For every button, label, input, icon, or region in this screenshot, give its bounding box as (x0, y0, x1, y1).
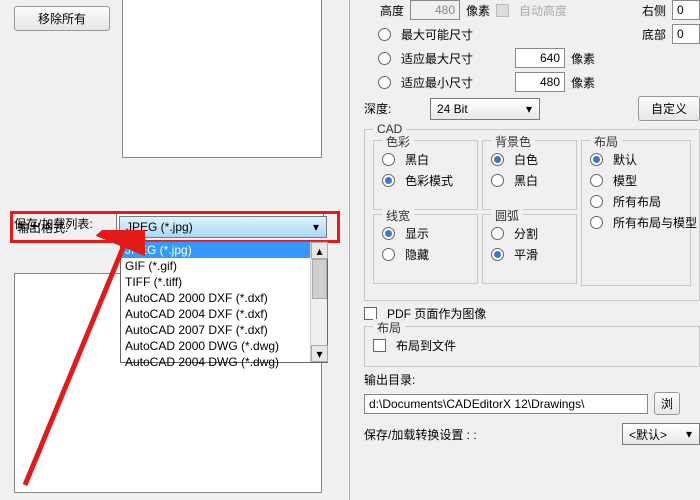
output-format-label: 输出格式: (17, 219, 113, 236)
color-mode-label: 色彩模式 (405, 172, 453, 189)
browse-button[interactable]: 浏 (654, 392, 680, 415)
lw-hide-label: 隐藏 (405, 246, 429, 263)
chevron-down-icon: ▾ (681, 426, 697, 442)
lw-show-radio[interactable] (382, 227, 395, 240)
fit-max-size-label: 适应最大尺寸 (401, 50, 509, 67)
right-margin-label: 右侧 (642, 2, 666, 19)
color-bw-radio[interactable] (382, 153, 395, 166)
layout-default-label: 默认 (613, 151, 637, 168)
arc-smooth-radio[interactable] (491, 248, 504, 261)
dropdown-option[interactable]: AutoCAD 2004 DWG (*.dwg) (121, 354, 327, 370)
right-margin-input[interactable] (672, 0, 700, 20)
layout-all-radio[interactable] (590, 195, 603, 208)
bottom-margin-label: 底部 (642, 26, 666, 43)
bottom-margin-input[interactable] (672, 24, 700, 44)
default-combo[interactable]: <默认> ▾ (622, 423, 700, 445)
bg-white-label: 白色 (514, 151, 538, 168)
pixel-label: 像素 (571, 50, 595, 67)
output-format-dropdown[interactable]: JPEG (*.jpg) GIF (*.gif) TIFF (*.tiff) A… (120, 241, 328, 363)
layout-to-file-checkbox[interactable] (373, 339, 386, 352)
layout-model-radio[interactable] (590, 174, 603, 187)
fit-max-input[interactable] (515, 48, 565, 68)
color-bw-label: 黑白 (405, 151, 429, 168)
output-format-combo[interactable]: JPEG (*.jpg) ▾ (119, 216, 327, 238)
arc-smooth-label: 平滑 (514, 246, 538, 263)
dropdown-option[interactable]: TIFF (*.tiff) (121, 274, 327, 290)
file-listbox[interactable] (122, 0, 322, 158)
layout2-legend: 布局 (373, 319, 405, 336)
pixel-label: 像素 (466, 2, 490, 19)
auto-height-label: 自动高度 (519, 2, 567, 19)
output-format-value: JPEG (*.jpg) (126, 220, 193, 234)
linewidth-legend: 线宽 (382, 207, 414, 224)
lw-show-label: 显示 (405, 225, 429, 242)
lw-hide-radio[interactable] (382, 248, 395, 261)
height-label: 高度 (364, 2, 404, 19)
save-load-conv-label: 保存/加载转换设置 : : (364, 426, 477, 443)
dropdown-scrollbar[interactable]: ▴ ▾ (310, 242, 327, 362)
fit-min-input[interactable] (515, 72, 565, 92)
layout-model-label: 模型 (613, 172, 637, 189)
depth-label: 深度: (364, 100, 424, 117)
auto-height-checkbox (496, 4, 509, 17)
output-dir-input[interactable] (364, 394, 648, 414)
fit-min-size-radio[interactable] (378, 76, 391, 89)
arc-split-label: 分割 (514, 225, 538, 242)
layout-to-file-label: 布局到文件 (396, 337, 456, 354)
pixel-label: 像素 (571, 74, 595, 91)
scroll-thumb[interactable] (312, 259, 327, 299)
max-possible-size-label: 最大可能尺寸 (401, 26, 473, 43)
depth-value: 24 Bit (437, 102, 468, 116)
dropdown-option[interactable]: AutoCAD 2000 DXF (*.dxf) (121, 290, 327, 306)
custom-button[interactable]: 自定义 (638, 96, 700, 121)
color-mode-radio[interactable] (382, 174, 395, 187)
depth-combo[interactable]: 24 Bit ▾ (430, 98, 540, 120)
arc-legend: 圆弧 (491, 207, 523, 224)
bg-white-radio[interactable] (491, 153, 504, 166)
dropdown-option[interactable]: GIF (*.gif) (121, 258, 327, 274)
dropdown-option[interactable]: AutoCAD 2007 DXF (*.dxf) (121, 322, 327, 338)
arc-split-radio[interactable] (491, 227, 504, 240)
layout-legend: 布局 (590, 133, 622, 150)
remove-all-button[interactable]: 移除所有 (14, 6, 110, 31)
dropdown-option[interactable]: JPEG (*.jpg) (121, 242, 327, 258)
default-combo-value: <默认> (629, 426, 667, 443)
color-legend: 色彩 (382, 133, 414, 150)
scroll-up-icon[interactable]: ▴ (311, 242, 328, 259)
fit-min-size-label: 适应最小尺寸 (401, 74, 509, 91)
fit-max-size-radio[interactable] (378, 52, 391, 65)
scroll-down-icon[interactable]: ▾ (311, 345, 328, 362)
chevron-down-icon: ▾ (521, 101, 537, 117)
bg-black-label: 黑白 (514, 172, 538, 189)
dropdown-option[interactable]: AutoCAD 2000 DWG (*.dwg) (121, 338, 327, 354)
layout-default-radio[interactable] (590, 153, 603, 166)
layout-all-model-radio[interactable] (590, 216, 603, 229)
height-input[interactable] (410, 0, 460, 20)
chevron-down-icon: ▾ (308, 219, 324, 235)
bg-black-radio[interactable] (491, 174, 504, 187)
output-dir-label: 输出目录: (364, 371, 415, 388)
layout-all-label: 所有布局 (613, 193, 661, 210)
layout-all-model-label: 所有布局与模型 (613, 214, 697, 231)
dropdown-option[interactable]: AutoCAD 2004 DXF (*.dxf) (121, 306, 327, 322)
panel-divider (348, 0, 350, 500)
max-possible-size-radio[interactable] (378, 28, 391, 41)
bg-legend: 背景色 (491, 133, 535, 150)
